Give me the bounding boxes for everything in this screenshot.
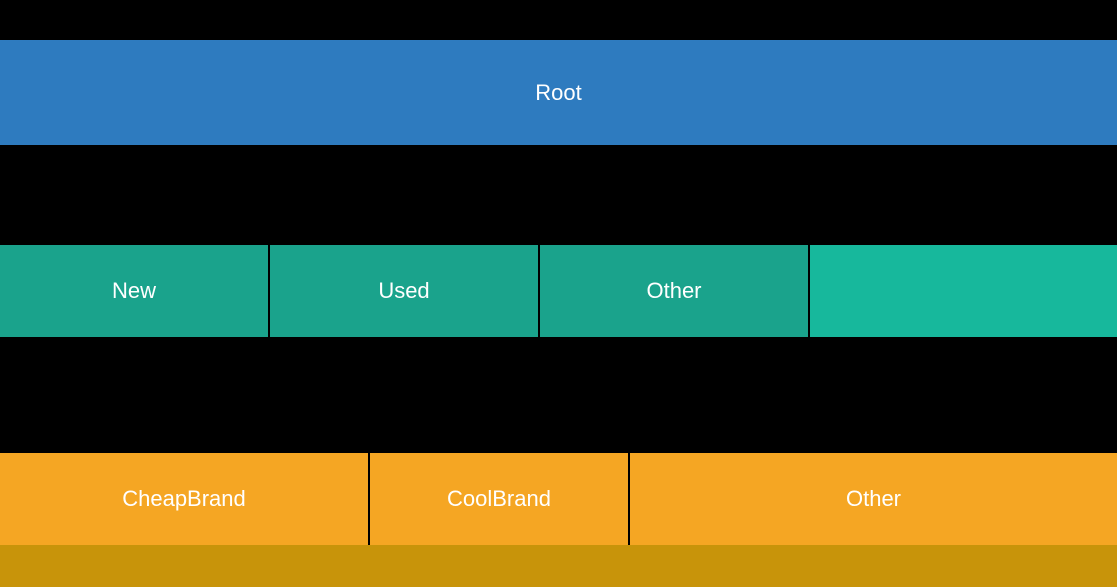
brand-coolbrand-label: CoolBrand bbox=[447, 486, 551, 512]
condition-other-segment[interactable]: Other bbox=[540, 245, 810, 337]
condition-used-label: Used bbox=[378, 278, 429, 304]
root-label: Root bbox=[535, 80, 581, 106]
condition-row: New Used Other bbox=[0, 245, 1117, 337]
brand-cheapbrand-segment[interactable]: CheapBrand bbox=[0, 453, 370, 545]
brand-cheapbrand-label: CheapBrand bbox=[122, 486, 246, 512]
condition-other-label: Other bbox=[646, 278, 701, 304]
brand-other-segment[interactable]: Other bbox=[630, 453, 1117, 545]
brand-coolbrand-segment[interactable]: CoolBrand bbox=[370, 453, 630, 545]
brand-other-label: Other bbox=[846, 486, 901, 512]
condition-new-label: New bbox=[112, 278, 156, 304]
condition-used-segment[interactable]: Used bbox=[270, 245, 540, 337]
condition-new-segment[interactable]: New bbox=[0, 245, 270, 337]
brand-row: CheapBrand CoolBrand Other bbox=[0, 453, 1117, 545]
gold-bottom-bar bbox=[0, 545, 1117, 587]
condition-extra-segment bbox=[810, 245, 1117, 337]
root-bar: Root bbox=[0, 40, 1117, 145]
